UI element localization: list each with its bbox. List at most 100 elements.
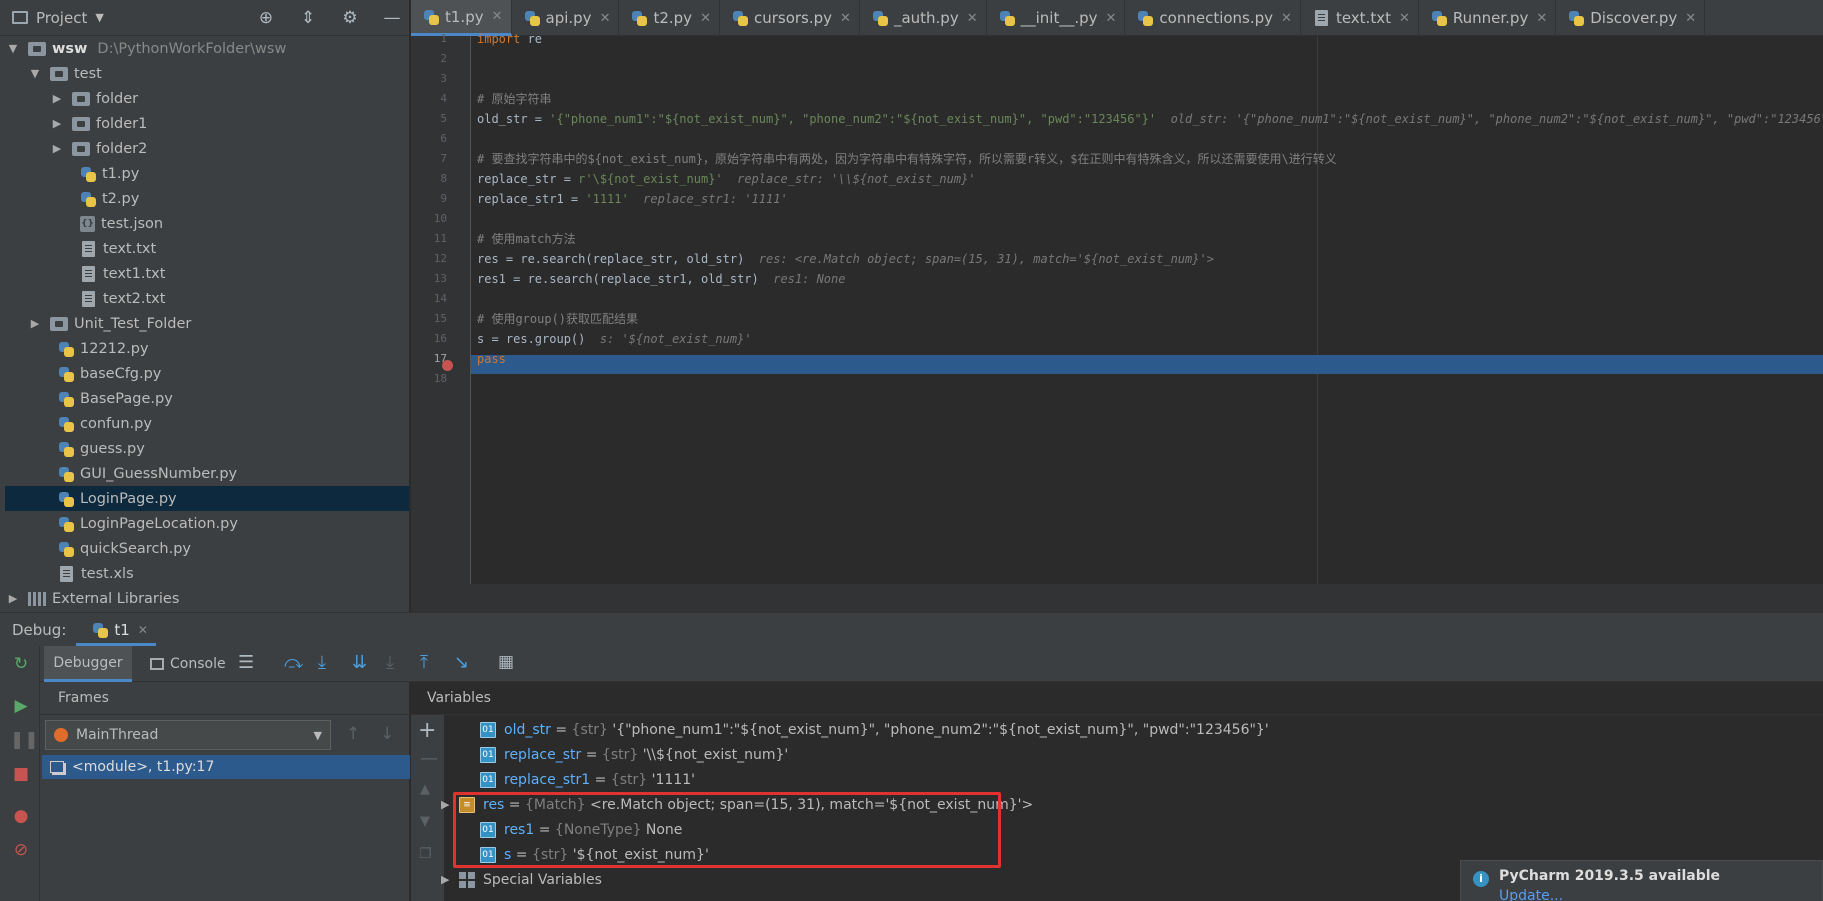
close-icon[interactable]: ✕ [840,11,851,26]
variable-row[interactable]: 01 old_str = {str} '{"phone_num1":"${not… [471,717,1269,742]
expand-arrow-icon[interactable]: ▼ [28,67,42,80]
close-icon[interactable]: ✕ [492,9,503,24]
view-breakpoints-icon[interactable]: ● [10,806,32,828]
tree-folder[interactable]: ▶ Unit_Test_Folder [28,311,192,336]
resume-icon[interactable]: ▶ [10,696,32,718]
layout-icon[interactable]: ☰ [238,652,254,673]
tab-runner[interactable]: Runner.py ✕ [1419,0,1557,36]
tab-cursors[interactable]: cursors.py ✕ [720,0,860,36]
code-line-5[interactable]: old_str = '{"phone_num1":"${not_exist_nu… [477,109,1823,129]
tree-folder[interactable]: ▶ folder1 [50,111,148,136]
tab-discover[interactable]: Discover.py ✕ [1556,0,1706,36]
code-line-11[interactable]: # 使用match方法 [477,229,576,249]
tree-file[interactable]: GUI_GuessNumber.py [58,461,237,486]
step-over-icon[interactable]: ⤼ [284,652,303,673]
expand-arrow-icon[interactable]: ▶ [28,317,42,330]
frame-row-selected[interactable]: <module>, t1.py:17 [42,755,410,779]
close-icon[interactable]: ✕ [1685,11,1696,26]
tree-root[interactable]: ▼ wsw D:\PythonWorkFolder\wsw [6,36,287,61]
code-line-4[interactable]: # 原始字符串 [477,89,551,109]
tree-file[interactable]: 12212.py [58,336,149,361]
close-icon[interactable]: ✕ [700,11,711,26]
tab-t2[interactable]: t2.py ✕ [619,0,720,36]
move-down-icon[interactable]: ▼ [420,814,430,829]
add-watch-icon[interactable]: + [418,718,436,743]
code-line-12[interactable]: res = re.search(replace_str, old_str) re… [477,249,1214,269]
tab-connections[interactable]: connections.py ✕ [1125,0,1301,36]
close-icon[interactable]: ✕ [1536,11,1547,26]
tree-external-libraries[interactable]: ▶ External Libraries [6,586,180,611]
stop-icon[interactable]: ■ [10,764,32,786]
tab-console[interactable]: Console [150,646,226,682]
tree-file[interactable]: LoginPageLocation.py [58,511,238,536]
tree-file[interactable]: {} test.json [80,211,163,236]
frame-up-icon[interactable]: ↑ [346,724,360,744]
minimize-icon[interactable]: — [381,8,403,28]
close-icon[interactable]: ✕ [967,11,978,26]
tree-folder-test[interactable]: ▼ test [28,61,102,86]
expand-arrow-icon[interactable]: ▶ [50,142,64,155]
pause-icon[interactable]: ❚❚ [10,730,39,752]
code-editor[interactable]: 1 2 3 4 5 6 7 8 9 10 11 12 13 14 15 16 1… [411,32,1823,612]
tab-auth[interactable]: _auth.py ✕ [860,0,987,36]
gear-icon[interactable]: ⚙ [339,8,361,28]
tree-file[interactable]: text2.txt [80,286,165,311]
tree-file[interactable]: quickSearch.py [58,536,191,561]
tree-file[interactable]: t2.py [80,186,139,211]
code-line-17[interactable]: pass [477,349,506,369]
close-icon[interactable]: ✕ [600,11,611,26]
rerun-icon[interactable]: ↻ [10,654,32,676]
code-line-1[interactable]: import re [477,29,542,49]
move-up-icon[interactable]: ▲ [420,782,430,797]
project-title[interactable]: Project [36,9,87,27]
thread-select[interactable]: MainThread ▼ [45,720,331,750]
debug-session-tab[interactable]: t1 [114,621,129,639]
tree-file-selected[interactable]: LoginPage.py [5,486,409,511]
tab-text[interactable]: text.txt ✕ [1301,0,1419,36]
expand-arrow-icon[interactable]: ▶ [6,592,20,605]
tree-file[interactable]: t1.py [80,161,139,186]
step-into-icon[interactable]: ⤓ [318,652,326,673]
close-icon[interactable]: ✕ [1281,11,1292,26]
expand-arrow-icon[interactable]: ▼ [6,42,20,55]
force-step-into-icon[interactable]: ⤓ [386,652,394,673]
variable-row[interactable]: 01 replace_str = {str} '\\${not_exist_nu… [471,742,788,767]
tree-folder[interactable]: ▶ folder2 [50,136,148,161]
tree-file[interactable]: BasePage.py [58,386,173,411]
code-line-7[interactable]: # 要查找字符串中的${not_exist_num}，原始字符串中有两处，因为字… [477,149,1337,169]
expand-arrow-icon[interactable]: ▶ [50,117,64,130]
code-line-13[interactable]: res1 = re.search(replace_str1, old_str) … [477,269,845,289]
close-icon[interactable]: ✕ [1106,11,1117,26]
expand-arrow-icon[interactable]: ▶ [50,92,64,105]
locate-icon[interactable]: ⊕ [255,8,277,28]
code-line-15[interactable]: # 使用group()获取匹配结果 [477,309,638,329]
collapse-icon[interactable]: ⇕ [297,8,319,28]
mute-breakpoints-icon[interactable]: ⊘ [10,840,32,862]
evaluate-expression-icon[interactable]: ▦ [498,652,514,672]
frame-down-icon[interactable]: ↓ [380,724,394,744]
close-icon[interactable]: ✕ [1399,11,1410,26]
step-into-my-code-icon[interactable]: ⇊ [352,652,367,673]
chevron-down-icon[interactable]: ▼ [95,11,103,24]
tab-debugger[interactable]: Debugger [44,646,132,682]
tab-init[interactable]: __init__.py ✕ [987,0,1126,36]
tree-file[interactable]: test.xls [58,561,134,586]
code-line-8[interactable]: replace_str = r'\${not_exist_num}' repla… [477,169,976,189]
code-line-9[interactable]: replace_str1 = '1111' replace_str1: '111… [477,189,788,209]
run-to-cursor-icon[interactable]: ↘ [454,652,469,673]
step-out-icon[interactable]: ⤒ [420,652,428,673]
update-link[interactable]: Update... [1499,888,1563,901]
tree-file[interactable]: text1.txt [80,261,165,286]
tree-folder[interactable]: ▶ folder [50,86,138,111]
code-line-16[interactable]: s = res.group() s: '${not_exist_num}' [477,329,752,349]
copy-icon[interactable]: ❐ [419,846,432,862]
tree-file[interactable]: baseCfg.py [58,361,161,386]
special-variables-row[interactable]: ▶ Special Variables [441,867,602,892]
tree-file[interactable]: confun.py [58,411,152,436]
variable-row[interactable]: 01 replace_str1 = {str} '1111' [471,767,695,792]
tree-file[interactable]: text.txt [80,236,156,261]
update-notification[interactable]: i PyCharm 2019.3.5 available Update... [1460,860,1823,901]
tree-file[interactable]: guess.py [58,436,145,461]
close-icon[interactable]: ✕ [138,623,148,637]
expand-arrow-icon[interactable]: ▶ [441,873,455,886]
